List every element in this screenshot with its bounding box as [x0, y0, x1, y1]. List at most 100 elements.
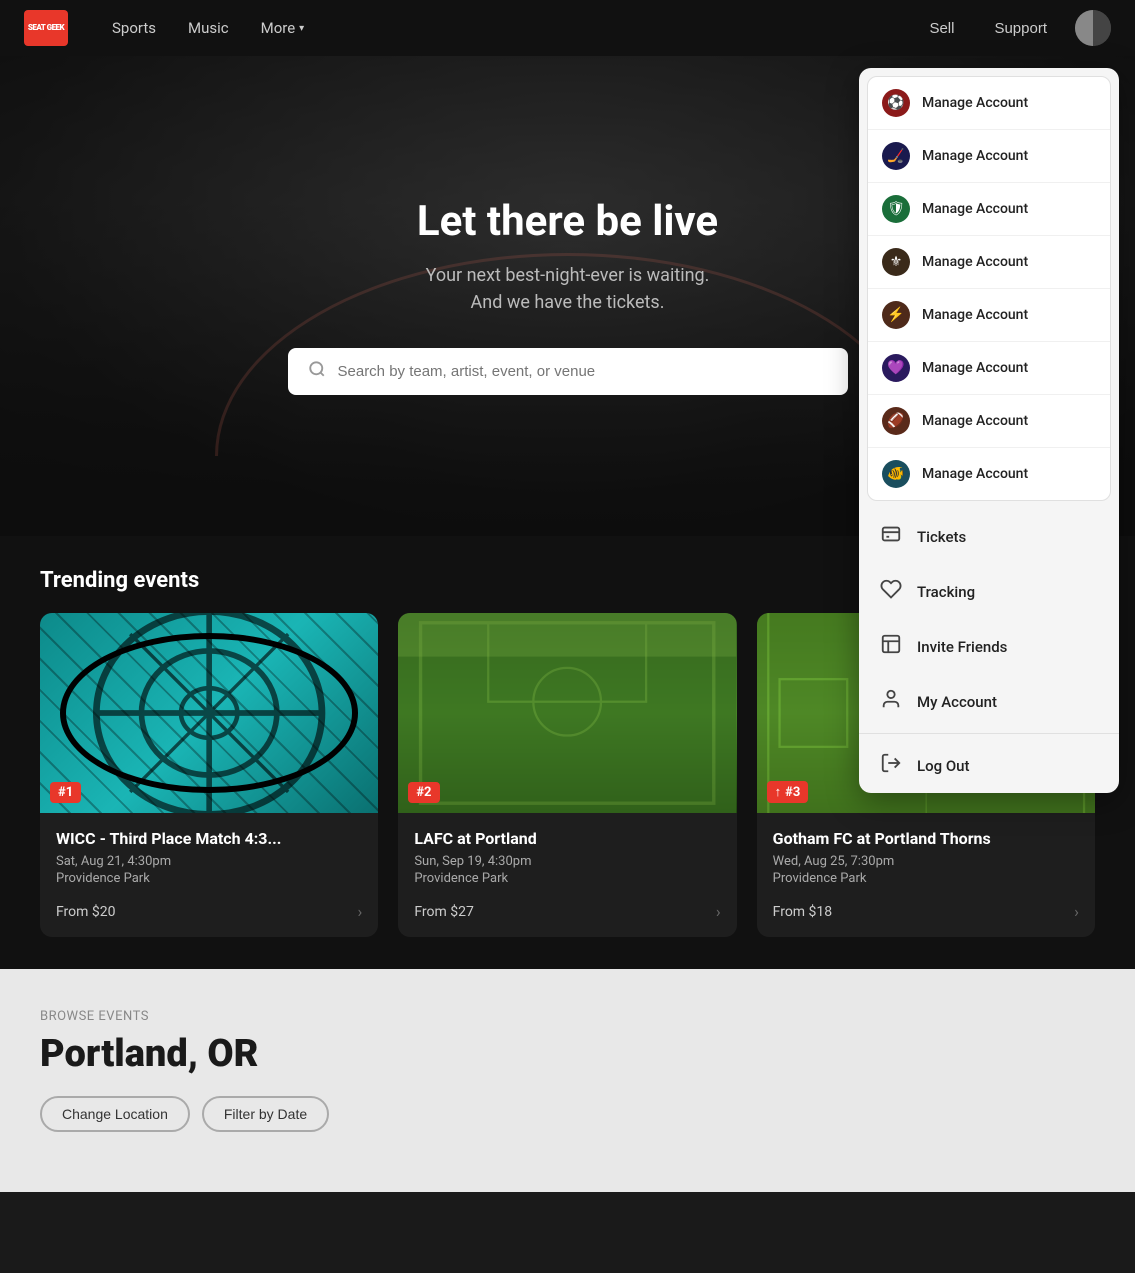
browse-buttons: Change Location Filter by Date: [40, 1096, 1095, 1132]
logout-button[interactable]: Log Out: [859, 738, 1119, 793]
hero-subtitle-line2: And we have the tickets.: [471, 292, 665, 313]
account-label-7: Manage Account: [922, 466, 1028, 482]
seatgeek-logo: SEAT GEEK: [24, 10, 68, 46]
hero-content: Let there be live Your next best-night-e…: [288, 197, 848, 395]
account-label-6: Manage Account: [922, 413, 1028, 429]
tickets-label: Tickets: [917, 528, 966, 546]
my-account-label: My Account: [917, 693, 997, 711]
card-title-3: Gotham FC at Portland Thorns: [773, 829, 1079, 848]
invite-friends-label: Invite Friends: [917, 638, 1007, 656]
card-date-3: Wed, Aug 25, 7:30pm: [773, 854, 1079, 869]
rank-badge-3: ↑ #3: [767, 781, 809, 803]
tickets-icon: [879, 523, 903, 550]
account-icon-7: 🐠: [882, 460, 910, 488]
navigation: SEAT GEEK Sports Music More ▾ Sell Suppo…: [0, 0, 1135, 56]
hero-subtitle: Your next best-night-ever is waiting. An…: [288, 262, 848, 316]
tracking-icon: [879, 578, 903, 605]
search-bar[interactable]: [288, 348, 848, 395]
support-button[interactable]: Support: [982, 12, 1059, 45]
tickets-menu-item[interactable]: Tickets: [859, 509, 1119, 564]
nav-more[interactable]: More ▾: [249, 11, 317, 45]
managed-account-item-3[interactable]: ⚜ Manage Account: [868, 236, 1110, 289]
card-footer-2: From $27 ›: [414, 902, 720, 921]
managed-account-item-2[interactable]: 🛡 Manage Account: [868, 183, 1110, 236]
nav-links: Sports Music More ▾: [100, 11, 917, 45]
sell-button[interactable]: Sell: [917, 12, 966, 45]
nav-sports[interactable]: Sports: [100, 11, 168, 45]
card-body-1: WICC - Third Place Match 4:3... Sat, Aug…: [40, 813, 378, 937]
filter-by-date-button[interactable]: Filter by Date: [202, 1096, 329, 1132]
card-arrow-1: ›: [358, 902, 363, 921]
account-icon-3: ⚜: [882, 248, 910, 276]
event-card-2[interactable]: #2 LAFC at Portland Sun, Sep 19, 4:30pm …: [398, 613, 736, 937]
browse-label: Browse Events: [40, 1009, 1095, 1024]
logout-icon: [879, 752, 903, 779]
search-icon: [308, 360, 326, 383]
logo-text: SEAT GEEK: [28, 23, 64, 33]
account-label-4: Manage Account: [922, 307, 1028, 323]
card-body-3: Gotham FC at Portland Thorns Wed, Aug 25…: [757, 813, 1095, 937]
managed-account-item-0[interactable]: ⚽ Manage Account: [868, 77, 1110, 130]
card-price-1: From $20: [56, 904, 116, 920]
tracking-label: Tracking: [917, 583, 975, 601]
nav-more-label: More: [261, 19, 296, 37]
hero-title: Let there be live: [288, 197, 848, 246]
managed-accounts-list: ⚽ Manage Account 🏒 Manage Account 🛡 Manage Ac…: [867, 76, 1111, 501]
rank-number-3: #3: [785, 785, 800, 800]
managed-account-item-4[interactable]: ⚡ Manage Account: [868, 289, 1110, 342]
account-icon-1: 🏒: [882, 142, 910, 170]
card-image-1: #1: [40, 613, 378, 813]
chevron-down-icon: ▾: [299, 23, 304, 34]
card-arrow-3: ›: [1074, 902, 1079, 921]
card-date-2: Sun, Sep 19, 4:30pm: [414, 854, 720, 869]
browse-city: Portland, OR: [40, 1032, 1095, 1076]
rank-badge-1: #1: [50, 782, 81, 803]
user-avatar[interactable]: [1075, 10, 1111, 46]
nav-music[interactable]: Music: [176, 11, 241, 45]
card-title-1: WICC - Third Place Match 4:3...: [56, 829, 362, 848]
card-image-2: #2: [398, 613, 736, 813]
card-price-3: From $18: [773, 904, 833, 920]
menu-divider: [859, 733, 1119, 734]
account-label-0: Manage Account: [922, 95, 1028, 111]
card-venue-2: Providence Park: [414, 871, 720, 886]
managed-account-item-1[interactable]: 🏒 Manage Account: [868, 130, 1110, 183]
card-thumbnail-2: [398, 613, 736, 813]
tracking-menu-item[interactable]: Tracking: [859, 564, 1119, 619]
card-thumbnail-1: [40, 613, 378, 813]
managed-account-item-5[interactable]: 💜 Manage Account: [868, 342, 1110, 395]
card-footer-1: From $20 ›: [56, 902, 362, 921]
my-account-icon: [879, 688, 903, 715]
invite-friends-icon: [879, 633, 903, 660]
card-venue-1: Providence Park: [56, 871, 362, 886]
change-location-button[interactable]: Change Location: [40, 1096, 190, 1132]
card-date-1: Sat, Aug 21, 4:30pm: [56, 854, 362, 869]
search-input[interactable]: [338, 363, 828, 380]
account-icon-2: 🛡: [882, 195, 910, 223]
account-icon-5: 💜: [882, 354, 910, 382]
account-icon-0: ⚽: [882, 89, 910, 117]
managed-account-item-6[interactable]: 🏈 Manage Account: [868, 395, 1110, 448]
my-account-menu-item[interactable]: My Account: [859, 674, 1119, 729]
card-venue-3: Providence Park: [773, 871, 1079, 886]
account-icon-6: 🏈: [882, 407, 910, 435]
account-label-5: Manage Account: [922, 360, 1028, 376]
logo[interactable]: SEAT GEEK: [24, 10, 68, 46]
user-dropdown-menu: ⚽ Manage Account 🏒 Manage Account 🛡 Manage Ac…: [859, 68, 1119, 793]
invite-friends-menu-item[interactable]: Invite Friends: [859, 619, 1119, 674]
card-arrow-2: ›: [716, 902, 721, 921]
card-price-2: From $27: [414, 904, 474, 920]
card-title-2: LAFC at Portland: [414, 829, 720, 848]
card-footer-3: From $18 ›: [773, 902, 1079, 921]
rank-up-arrow: ↑: [775, 784, 782, 800]
account-label-2: Manage Account: [922, 201, 1028, 217]
event-card-1[interactable]: #1 WICC - Third Place Match 4:3... Sat, …: [40, 613, 378, 937]
account-label-3: Manage Account: [922, 254, 1028, 270]
logout-label: Log Out: [917, 757, 970, 775]
hero-subtitle-line1: Your next best-night-ever is waiting.: [426, 265, 710, 286]
account-icon-4: ⚡: [882, 301, 910, 329]
rank-badge-2: #2: [408, 782, 439, 803]
account-label-1: Manage Account: [922, 148, 1028, 164]
managed-account-item-7[interactable]: 🐠 Manage Account: [868, 448, 1110, 500]
card-body-2: LAFC at Portland Sun, Sep 19, 4:30pm Pro…: [398, 813, 736, 937]
